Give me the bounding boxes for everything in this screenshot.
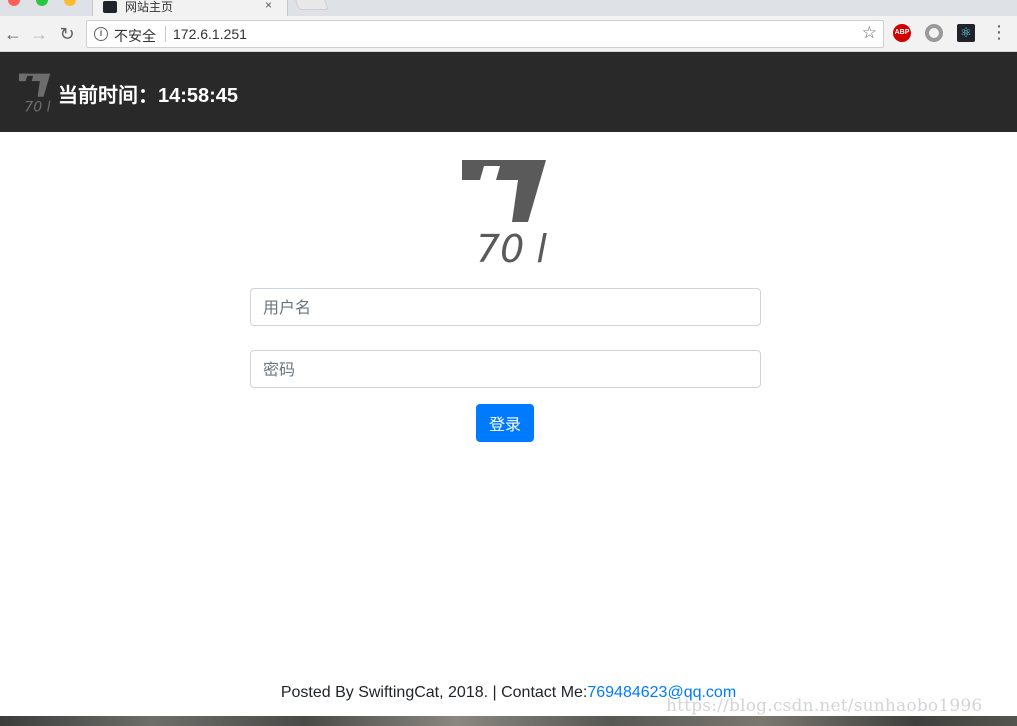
csdn-watermark: https://blog.csdn.net/sunhaobo1996 (666, 696, 983, 716)
address-bar[interactable]: i 不安全 172.6.1.251 ☆ (86, 20, 884, 48)
adblock-extension-icon[interactable]: ABP (893, 24, 911, 42)
browser-tab-strip: 网站主页 × (0, 0, 1017, 16)
site-header: 70 l 当前时间：14:58:45 (0, 52, 1017, 132)
login-button[interactable]: 登录 (476, 404, 534, 442)
security-status-label[interactable]: 不安全 (114, 26, 156, 46)
address-bar-divider (165, 26, 166, 42)
tab-close-icon[interactable]: × (265, 0, 272, 12)
tab-title: 网站主页 (125, 0, 174, 14)
window-close-dot[interactable] (8, 0, 20, 6)
current-time-display: 当前时间：14:58:45 (58, 85, 239, 107)
desktop-background-strip (0, 716, 1017, 726)
ring-extension-icon[interactable] (925, 24, 943, 42)
window-minimize-dot[interactable] (36, 0, 48, 6)
url-text[interactable]: 172.6.1.251 (173, 26, 247, 42)
password-input[interactable] (250, 350, 761, 388)
header-logo-icon: 70 l (19, 73, 51, 114)
bookmark-star-icon[interactable]: ☆ (862, 23, 877, 43)
header-logo-caption: 70 l (24, 100, 50, 114)
new-tab-button[interactable] (293, 0, 329, 10)
back-arrow-icon[interactable]: ← (2, 23, 24, 45)
react-devtools-icon[interactable]: ⚛ (957, 24, 975, 42)
window-zoom-dot[interactable] (64, 0, 76, 6)
tab-favicon-icon (103, 1, 117, 13)
browser-toolbar: ← → ↻ i 不安全 172.6.1.251 ☆ ABP ⚛ ⋮ (0, 16, 1017, 52)
browser-menu-icon[interactable]: ⋮ (990, 22, 1008, 42)
username-input[interactable] (250, 288, 761, 326)
browser-tab-active[interactable]: 网站主页 × (92, 0, 288, 16)
info-icon[interactable]: i (94, 27, 108, 41)
site-logo-caption: 70 l (476, 227, 547, 266)
reload-icon[interactable]: ↻ (56, 23, 78, 45)
forward-arrow-icon[interactable]: → (28, 23, 50, 45)
footer-credit-text: Posted By SwiftingCat, 2018. | Contact M… (280, 684, 588, 701)
site-logo-icon: 70 l (462, 160, 547, 266)
